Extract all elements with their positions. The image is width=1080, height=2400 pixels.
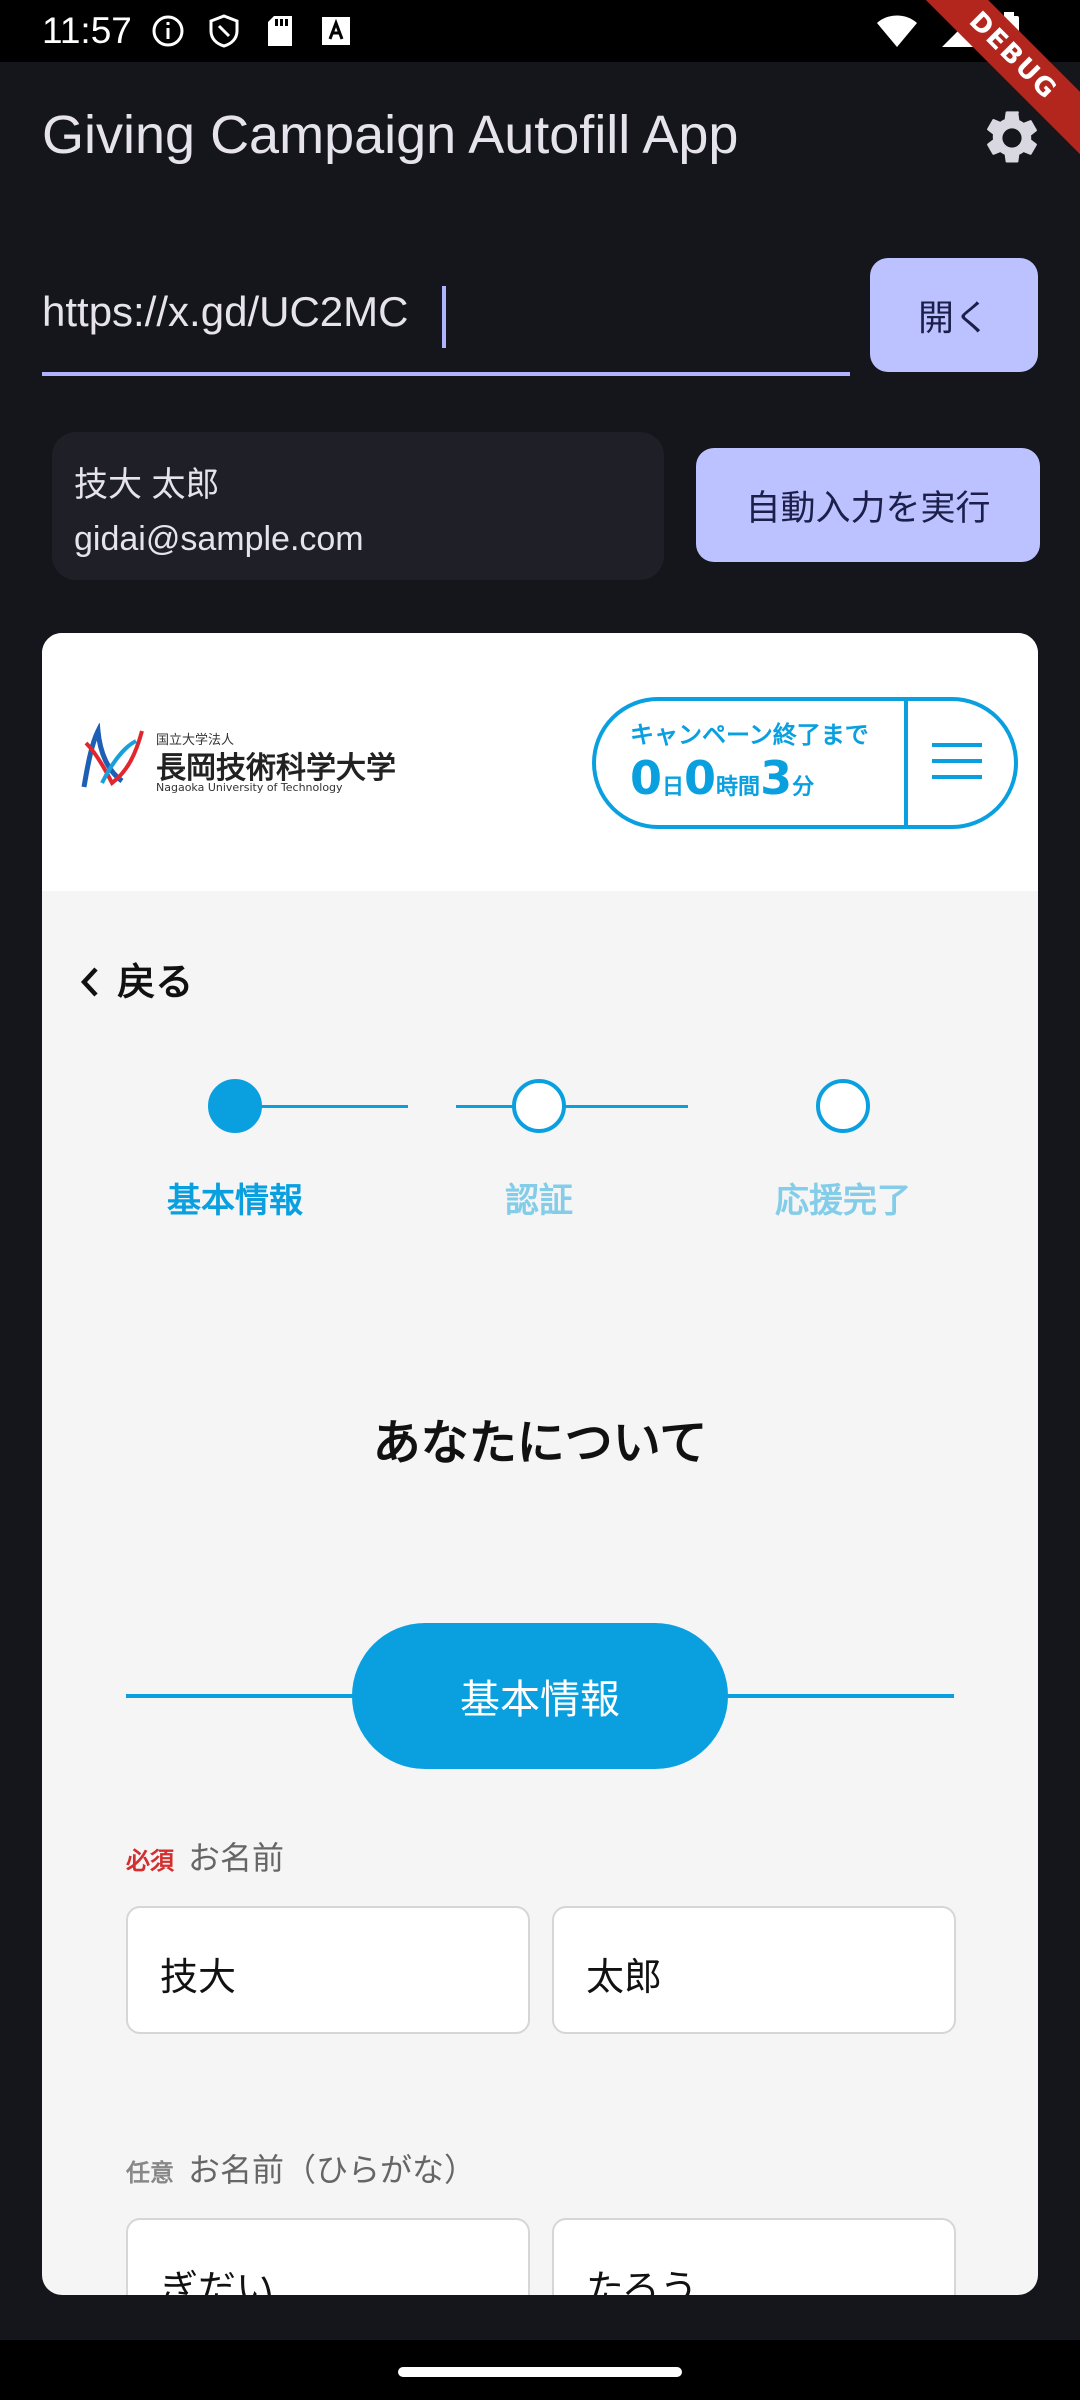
app-bar: Giving Campaign Autofill App [0,62,1080,212]
optional-tag: 任意 [126,2159,174,2187]
wifi-icon [876,13,918,58]
required-tag: 必須 [126,1847,174,1875]
hamburger-menu-icon[interactable] [932,741,982,781]
kana-field-label: 任意 お名前（ひらがな） [126,2145,476,2191]
autofill-button[interactable]: 自動入力を実行 [696,448,1040,562]
status-time: 11:57 [42,10,132,51]
university-emblem-icon [81,723,144,788]
logo-english: Nagaoka University of Technology [156,781,343,794]
first-name-kana-input[interactable]: たろう [552,2218,956,2295]
countdown-days-unit: 日 [662,775,685,800]
first-name-input[interactable]: 太郎 [552,1906,956,2034]
countdown-label: キャンペーン終了まで [630,721,869,749]
home-gesture-handle[interactable] [398,2367,682,2377]
status-bar: 11:57 [0,0,1080,62]
app-title: Giving Campaign Autofill App [42,105,739,165]
step-dot-auth [512,1079,566,1133]
university-logo[interactable]: 国立大学法人 長岡技術科学大学 Nagaoka University of Te… [78,723,398,803]
chevron-left-icon [78,960,117,1004]
last-name-input[interactable]: 技大 [126,1906,530,2034]
web-header: 国立大学法人 長岡技術科学大学 Nagaoka University of Te… [42,633,1038,891]
url-input[interactable] [42,288,850,336]
section-title: あなたについて [372,1415,708,1471]
gear-icon[interactable] [980,106,1044,170]
open-button[interactable]: 開く [870,258,1038,372]
name-label: お名前 [188,1839,285,1877]
countdown-value: 0日0時間3分 [630,751,814,805]
countdown-hours-unit: 時間 [716,775,761,800]
url-field[interactable] [42,262,850,376]
step-dot-complete [816,1079,870,1133]
back-label: 戻る [117,960,194,1004]
section-pill: 基本情報 [352,1623,728,1769]
countdown-minutes-unit: 分 [792,775,815,800]
step-label-complete: 応援完了 [775,1181,911,1221]
step-dot-basic-info [208,1079,262,1133]
step-label-basic-info: 基本情報 [167,1181,303,1221]
name-field-label: 必須 お名前 [126,1833,284,1879]
font-icon [318,13,354,49]
shield-icon [206,13,242,49]
webview[interactable]: 国立大学法人 長岡技術科学大学 Nagaoka University of Te… [42,633,1038,2295]
profile-name: 技大 太郎 [74,466,220,504]
profile-card: 技大 太郎 gidai@sample.com [52,432,664,580]
info-icon [150,13,186,49]
countdown-hours: 0 [684,751,717,805]
text-caret [442,286,446,348]
step-label-auth: 認証 [505,1181,573,1221]
sd-card-icon [262,13,298,49]
countdown-days: 0 [630,751,663,805]
back-link[interactable]: 戻る [78,951,193,1006]
campaign-countdown: キャンペーン終了まで 0日0時間3分 [592,697,1018,829]
countdown-divider [904,701,908,825]
kana-label: お名前（ひらがな） [188,2151,477,2189]
progress-stepper: 基本情報 認証 応援完了 [42,1053,1038,1221]
profile-email: gidai@sample.com [74,520,364,558]
navigation-bar [0,2340,1080,2400]
step-connector [456,1105,688,1108]
last-name-kana-input[interactable]: ぎだい [126,2218,530,2295]
countdown-minutes: 3 [760,751,793,805]
